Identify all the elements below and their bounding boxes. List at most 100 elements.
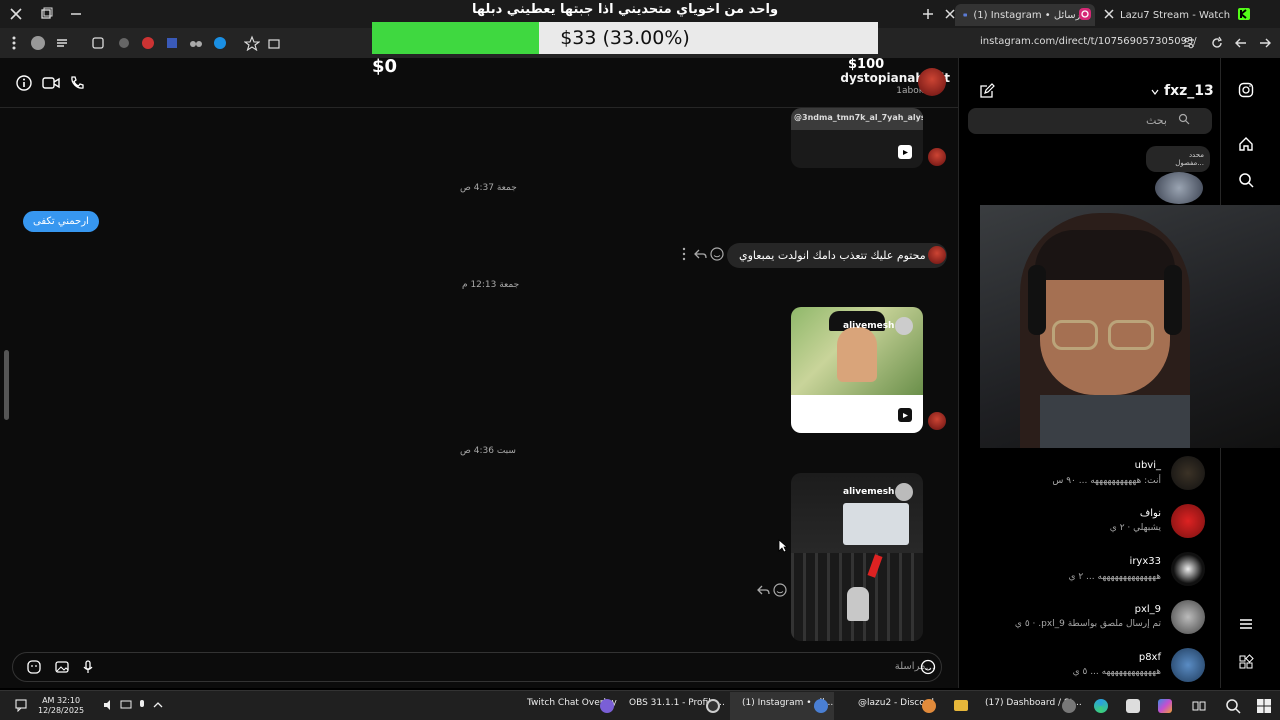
contact-avatar[interactable]: [918, 68, 946, 96]
phone-icon[interactable]: [69, 75, 85, 91]
extension-icon[interactable]: [212, 35, 228, 51]
sender-avatar[interactable]: [928, 412, 946, 430]
compose-icon[interactable]: [979, 83, 995, 99]
windows-search-icon[interactable]: [1225, 698, 1241, 714]
extension-icon[interactable]: [188, 35, 204, 51]
browser-icon: [814, 699, 828, 713]
conversation-avatar[interactable]: [1171, 552, 1205, 586]
conversation-name[interactable]: pxl_9: [1135, 604, 1161, 615]
tab-label: (1) Instagram • الرسائل: [973, 9, 1087, 21]
conversation-preview: ههههههههههههههه ... ٢ ي: [1068, 572, 1161, 582]
chat-scrollbar[interactable]: [4, 350, 9, 420]
copilot-icon[interactable]: [1158, 699, 1172, 713]
microphone-icon[interactable]: [136, 699, 148, 711]
account-switcher[interactable]: fxz_13: [1164, 83, 1214, 99]
new-tab-icon[interactable]: [920, 6, 936, 22]
volume-icon[interactable]: [103, 699, 115, 711]
timestamp: سبت 4:36 ص: [460, 446, 516, 456]
extension-icon[interactable]: [164, 35, 180, 51]
extension-icon[interactable]: [116, 35, 132, 51]
shared-reel-1[interactable]: @3ndma_tmn7k_al_7yah_alysfy: [791, 108, 923, 168]
dashboard-icon: [1062, 699, 1076, 713]
more-options-icon[interactable]: [676, 246, 692, 262]
conversation-avatar[interactable]: [1171, 600, 1205, 634]
conversation-preview: هههههههههههههه ... ٥ ي: [1072, 667, 1161, 677]
sent-message[interactable]: ارحمني تكفى: [23, 211, 99, 232]
sender-avatar[interactable]: [928, 246, 946, 264]
conversation-preview: يشبهلي · ٢ ي: [1109, 523, 1161, 533]
edge-icon[interactable]: [1094, 699, 1108, 713]
received-message[interactable]: لا محتوم عليك تتعذب دامك انولدت يمبعاوي: [727, 243, 948, 268]
kick-favicon-icon: [1238, 8, 1250, 20]
message-composer[interactable]: [12, 652, 942, 682]
apps-grid-icon[interactable]: [1238, 654, 1254, 670]
address-bar[interactable]: instagram.com/direct/t/107569057305093/: [980, 36, 1197, 47]
extension-icon[interactable]: [140, 35, 156, 51]
puzzle-icon[interactable]: [90, 35, 106, 51]
reel-icon: [898, 145, 912, 159]
discord-icon: [922, 699, 936, 713]
reload-icon[interactable]: [1209, 35, 1225, 51]
task-view-icon[interactable]: [1192, 699, 1206, 713]
bookmark-star-icon[interactable]: [244, 35, 260, 51]
chevron-down-icon[interactable]: [1151, 88, 1159, 96]
system-clock[interactable]: AM 32:10 12/28/2025: [38, 696, 84, 716]
info-icon[interactable]: [16, 75, 32, 91]
menu-dots-icon[interactable]: [6, 35, 22, 51]
shared-reel-3[interactable]: alivemesh: [791, 473, 923, 641]
goal-min-label: $0: [372, 56, 398, 77]
goal-progress-bar: $33 (33.00%): [372, 22, 878, 54]
sticker-icon[interactable]: [26, 659, 42, 675]
sender-avatar[interactable]: [928, 148, 946, 166]
store-icon[interactable]: [1126, 699, 1140, 713]
conversation-name[interactable]: ubvi_: [1135, 460, 1161, 471]
forward-arrow-icon[interactable]: [1257, 35, 1273, 51]
tab-kick-stream[interactable]: Lazu7 Stream - Watch Live on: [1112, 4, 1232, 26]
conversation-preview: أنت: هههههههههههه ... ٩٠ س: [1052, 476, 1161, 486]
reel-icon: [898, 408, 912, 422]
conversation-avatar[interactable]: [1171, 504, 1205, 538]
video-call-icon[interactable]: [42, 75, 60, 91]
close-icon[interactable]: [8, 6, 24, 22]
hamburger-menu-icon[interactable]: [1238, 616, 1254, 632]
messages-icon: [963, 13, 968, 17]
notification-icon[interactable]: [14, 698, 28, 712]
goal-progress-text: $33 (33.00%): [560, 27, 690, 49]
home-icon[interactable]: [1238, 136, 1254, 152]
search-icon[interactable]: [1238, 172, 1254, 188]
conversation-name[interactable]: iryx33: [1130, 556, 1161, 567]
chevron-up-icon[interactable]: [152, 699, 164, 711]
share-icon[interactable]: [266, 35, 282, 51]
conversation-name[interactable]: نواف: [1140, 508, 1161, 519]
minimize-icon[interactable]: [68, 6, 84, 22]
image-upload-icon[interactable]: [54, 659, 70, 675]
own-avatar[interactable]: [1155, 172, 1203, 204]
obs-icon: [706, 699, 720, 713]
goal-max-label: $100: [848, 57, 885, 72]
emoji-icon[interactable]: [920, 659, 936, 675]
conversation-avatar[interactable]: [1171, 456, 1205, 490]
profile-icon[interactable]: [30, 35, 46, 51]
extension-icon[interactable]: [54, 35, 70, 51]
reply-icon[interactable]: [755, 582, 771, 598]
note-bubble[interactable]: محدد مفصول...: [1146, 146, 1210, 172]
instagram-logo-icon[interactable]: [1238, 82, 1254, 98]
network-icon[interactable]: [120, 699, 132, 711]
emoji-react-icon[interactable]: [709, 246, 725, 262]
conversation-name[interactable]: p8xf: [1139, 652, 1161, 663]
reply-icon[interactable]: [692, 246, 708, 262]
tab-instagram[interactable]: (1) Instagram • الرسائل: [955, 4, 1095, 26]
shared-reel-2[interactable]: alivemesh: [791, 307, 923, 433]
microphone-icon[interactable]: [80, 659, 96, 675]
restore-icon[interactable]: [38, 6, 54, 22]
conversation-preview: تم إرسال ملصق بواسطة pxl_9. · ٥ ي: [1014, 619, 1161, 629]
search-input[interactable]: [968, 108, 1212, 134]
emoji-react-icon[interactable]: [772, 582, 788, 598]
timestamp: جمعة 12:13 م: [462, 280, 520, 290]
windows-start-icon[interactable]: [1256, 698, 1272, 714]
conversation-avatar[interactable]: [1171, 648, 1205, 682]
file-explorer-icon[interactable]: [954, 700, 968, 711]
webcam-overlay: [980, 205, 1280, 448]
clock-date: 12/28/2025: [38, 706, 85, 715]
back-arrow-icon[interactable]: [1233, 35, 1249, 51]
